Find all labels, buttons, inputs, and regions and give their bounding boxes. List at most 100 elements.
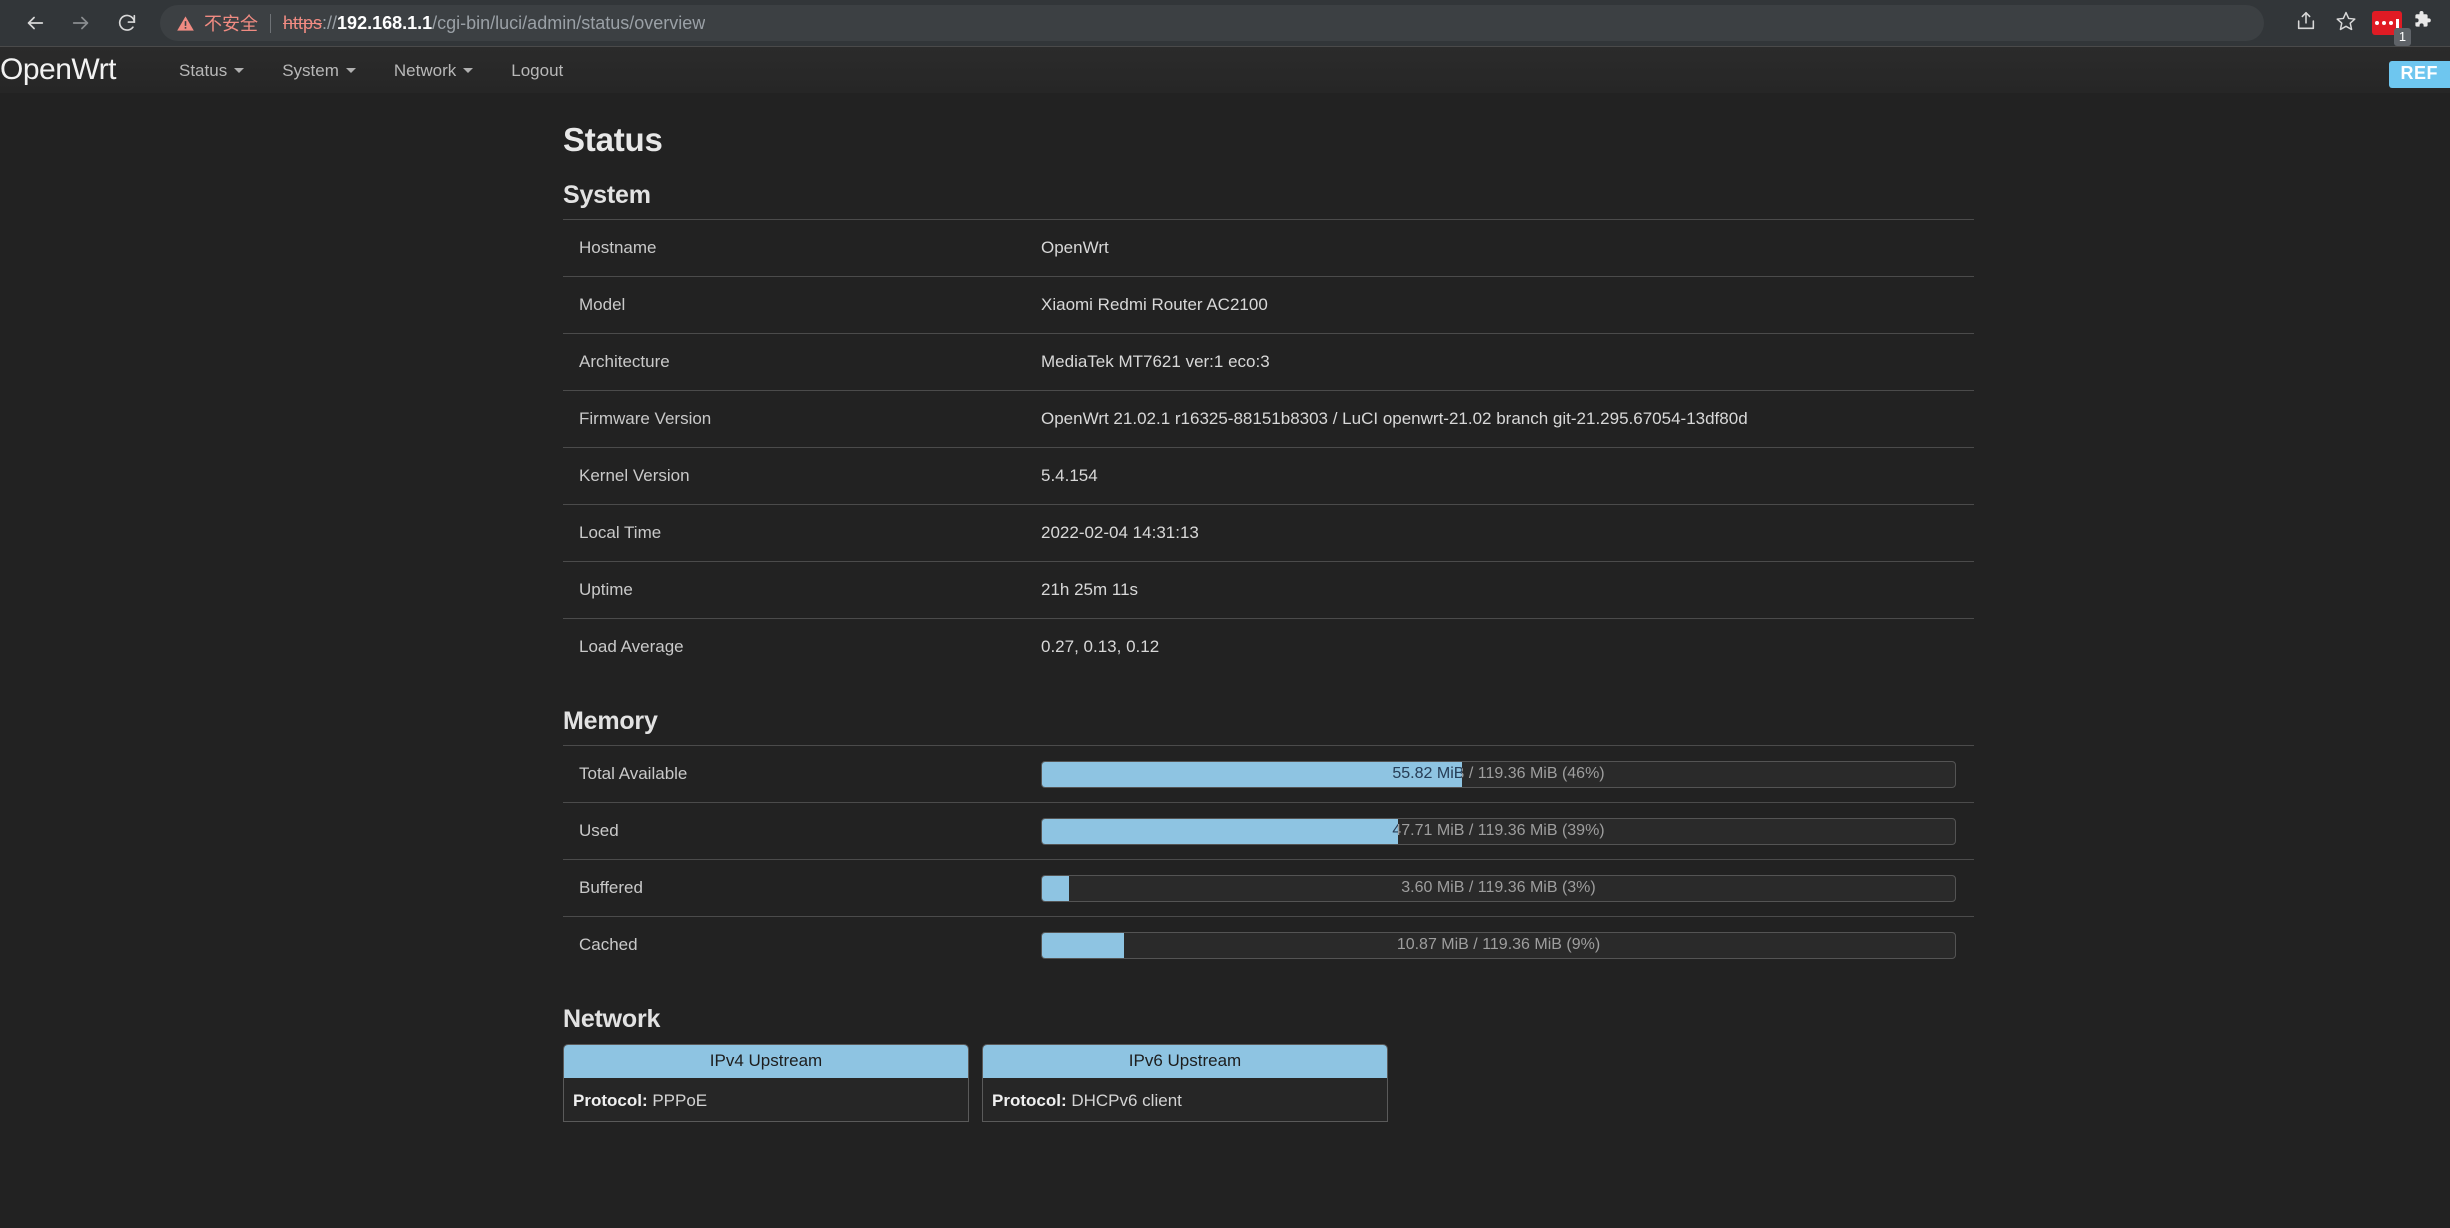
address-bar[interactable]: 不安全 https://192.168.1.1/cgi-bin/luci/adm… <box>160 5 2264 41</box>
openwrt-logo[interactable]: OpenWrt <box>0 55 117 85</box>
url-path: /cgi-bin/luci/admin/status/overview <box>432 12 706 33</box>
nav-label-logout: Logout <box>511 60 564 80</box>
nav-label-system: System <box>282 60 339 80</box>
memory-progress-bar: 3.60 MiB / 119.36 MiB (3%) 3.60 MiB / 119… <box>1041 874 1956 902</box>
chevron-down-icon <box>234 67 245 73</box>
progress-label-overlay: 47.71 MiB / 119.36 MiB (39%) <box>1042 819 1398 844</box>
extensions-puzzle-icon <box>2411 9 2435 38</box>
table-row: Model Xiaomi Redmi Router AC2100 <box>563 276 1974 333</box>
chevron-down-icon <box>345 67 356 73</box>
browser-toolbar: 不安全 https://192.168.1.1/cgi-bin/luci/adm… <box>0 0 2450 46</box>
forward-button[interactable] <box>58 3 104 43</box>
extension-badge-count: 1 <box>2394 28 2411 46</box>
bookmark-button[interactable] <box>2326 5 2366 41</box>
row-label: Uptime <box>579 580 633 599</box>
row-value: Xiaomi Redmi Router AC2100 <box>1041 295 1268 314</box>
nav-item-logout[interactable]: Logout <box>492 62 582 79</box>
row-value: 3.60 MiB / 119.36 MiB (3%) 3.60 MiB / 119… <box>1041 874 1974 902</box>
not-secure-label: 不安全 <box>204 14 258 34</box>
back-button[interactable] <box>12 3 58 43</box>
progress-label-overlay-text: 47.71 MiB / 119.36 MiB (39%) <box>1042 822 1398 840</box>
table-row: Total Available 55.82 MiB / 119.36 MiB (4… <box>563 745 1974 802</box>
row-value: 47.71 MiB / 119.36 MiB (39%)47.71 MiB / … <box>1041 817 1974 845</box>
nav-label-status: Status <box>179 60 228 80</box>
row-label: Firmware Version <box>579 409 712 428</box>
section-title-memory: Memory <box>563 707 658 735</box>
nav-label-network: Network <box>393 60 457 80</box>
ext-bar <box>2396 18 2399 28</box>
network-panels: IPv4 Upstream Protocol: PPPoE IPv6 Upstrea… <box>563 1044 1974 1122</box>
section-title-system: System <box>563 181 651 209</box>
share-icon <box>2295 10 2317 37</box>
memory-progress-bar: 10.87 MiB / 119.36 MiB (9%) 10.87 MiB / 1… <box>1041 931 1956 959</box>
url-scheme-separator: :// <box>322 12 338 33</box>
protocol-value: PPPoE <box>647 1091 708 1110</box>
omnibox-actions <box>2286 5 2366 41</box>
ext-dot-1 <box>2375 21 2379 25</box>
nav-item-system[interactable]: System <box>263 62 375 79</box>
page-content: Status System Hostname OpenWrt Model Xiaomi… <box>0 93 2450 1228</box>
row-label: Cached <box>579 935 638 954</box>
progress-label: 3.60 MiB / 119.36 MiB (3%) <box>1401 879 1596 896</box>
chevron-down-icon <box>463 67 474 73</box>
memory-progress-bar: 55.82 MiB / 119.36 MiB (46%)55.82 MiB / … <box>1041 760 1956 788</box>
url-host: 192.168.1.1 <box>337 12 433 33</box>
row-value: OpenWrt 21.02.1 r16325-88151b8303 / LuCI… <box>1041 409 1748 428</box>
row-value: 55.82 MiB / 119.36 MiB (46%)55.82 MiB / … <box>1041 760 1974 788</box>
protocol-label: Protocol: <box>992 1091 1067 1110</box>
row-label: Used <box>579 821 619 840</box>
progress-label-overlay-text: 3.60 MiB / 119.36 MiB (3%) <box>1042 879 1069 897</box>
star-icon <box>2335 10 2357 37</box>
protocol-value: DHCPv6 client <box>1066 1091 1182 1110</box>
progress-label-overlay-text: 55.82 MiB / 119.36 MiB (46%) <box>1392 765 1462 782</box>
omnibox-divider <box>270 13 271 33</box>
row-value: OpenWrt <box>1041 238 1109 257</box>
table-row: Architecture MediaTek MT7621 ver:1 eco:3 <box>563 333 1974 390</box>
reload-icon <box>116 12 138 34</box>
network-panel: IPv6 Upstream Protocol: DHCPv6 client <box>982 1044 1388 1122</box>
row-label: Load Average <box>579 637 684 656</box>
reload-button[interactable] <box>104 3 150 43</box>
table-row: Load Average 0.27, 0.13, 0.12 <box>563 618 1974 675</box>
progress-label-overlay: 3.60 MiB / 119.36 MiB (3%) <box>1042 876 1069 901</box>
memory-progress-bar: 47.71 MiB / 119.36 MiB (39%)47.71 MiB / … <box>1041 817 1956 845</box>
row-value: 2022-02-04 14:31:13 <box>1041 523 1199 542</box>
table-row: Cached10.87 MiB / 119.36 MiB (9%)10.87 M… <box>563 916 1974 973</box>
memory-table: Total Available 55.82 MiB / 119.36 MiB (4… <box>563 745 1974 973</box>
extensions-menu-button[interactable] <box>2408 8 2438 38</box>
spacer-network <box>563 973 1974 1005</box>
url-scheme: https <box>283 12 323 33</box>
share-button[interactable] <box>2286 5 2326 41</box>
network-panel-title: IPv6 Upstream <box>983 1045 1387 1078</box>
openwrt-navbar: OpenWrt Status System Network Logout REF <box>0 46 2450 93</box>
network-panel-body: Protocol: PPPoE <box>564 1078 968 1114</box>
row-value: 10.87 MiB / 119.36 MiB (9%) 10.87 MiB / 1… <box>1041 931 1974 959</box>
refresh-indicator-badge[interactable]: REF <box>2388 61 2450 88</box>
progress-label: 10.87 MiB / 119.36 MiB (9%) <box>1396 936 1601 953</box>
row-label: Hostname <box>579 238 657 257</box>
nav-item-status[interactable]: Status <box>160 62 263 79</box>
row-label: Architecture <box>579 352 670 371</box>
network-protocol-line: Protocol: PPPoE <box>573 1089 959 1114</box>
progress-label-overlay-text: 10.87 MiB / 119.36 MiB (9%) <box>1042 936 1124 954</box>
main-menu: Status System Network Logout <box>160 62 582 79</box>
nav-item-network[interactable]: Network <box>375 62 492 79</box>
not-secure-warning-icon <box>176 14 195 33</box>
network-panel-body: Protocol: DHCPv6 client <box>983 1078 1387 1114</box>
ext-dot-2 <box>2382 21 2386 25</box>
spacer-memory <box>563 675 1974 707</box>
extensions-area: 1 <box>2366 8 2438 46</box>
protocol-label: Protocol: <box>573 1091 648 1110</box>
network-protocol-line: Protocol: DHCPv6 client <box>992 1089 1378 1114</box>
section-title-network: Network <box>563 1005 661 1033</box>
row-value: 0.27, 0.13, 0.12 <box>1041 637 1160 656</box>
url-text: https://192.168.1.1/cgi-bin/luci/admin/s… <box>283 13 705 34</box>
extension-button[interactable]: 1 <box>2372 8 2411 46</box>
back-arrow-icon <box>24 12 46 34</box>
network-panel: IPv4 Upstream Protocol: PPPoE <box>563 1044 969 1122</box>
progress-label-overlay: 55.82 MiB / 119.36 MiB (46%) <box>1042 762 1462 787</box>
table-row: Buffered3.60 MiB / 119.36 MiB (3%)3.60 M… <box>563 859 1974 916</box>
ext-dot-3 <box>2389 21 2393 25</box>
table-row: Local Time 2022-02-04 14:31:13 <box>563 504 1974 561</box>
system-table: Hostname OpenWrt Model Xiaomi Redmi Router … <box>563 219 1974 675</box>
